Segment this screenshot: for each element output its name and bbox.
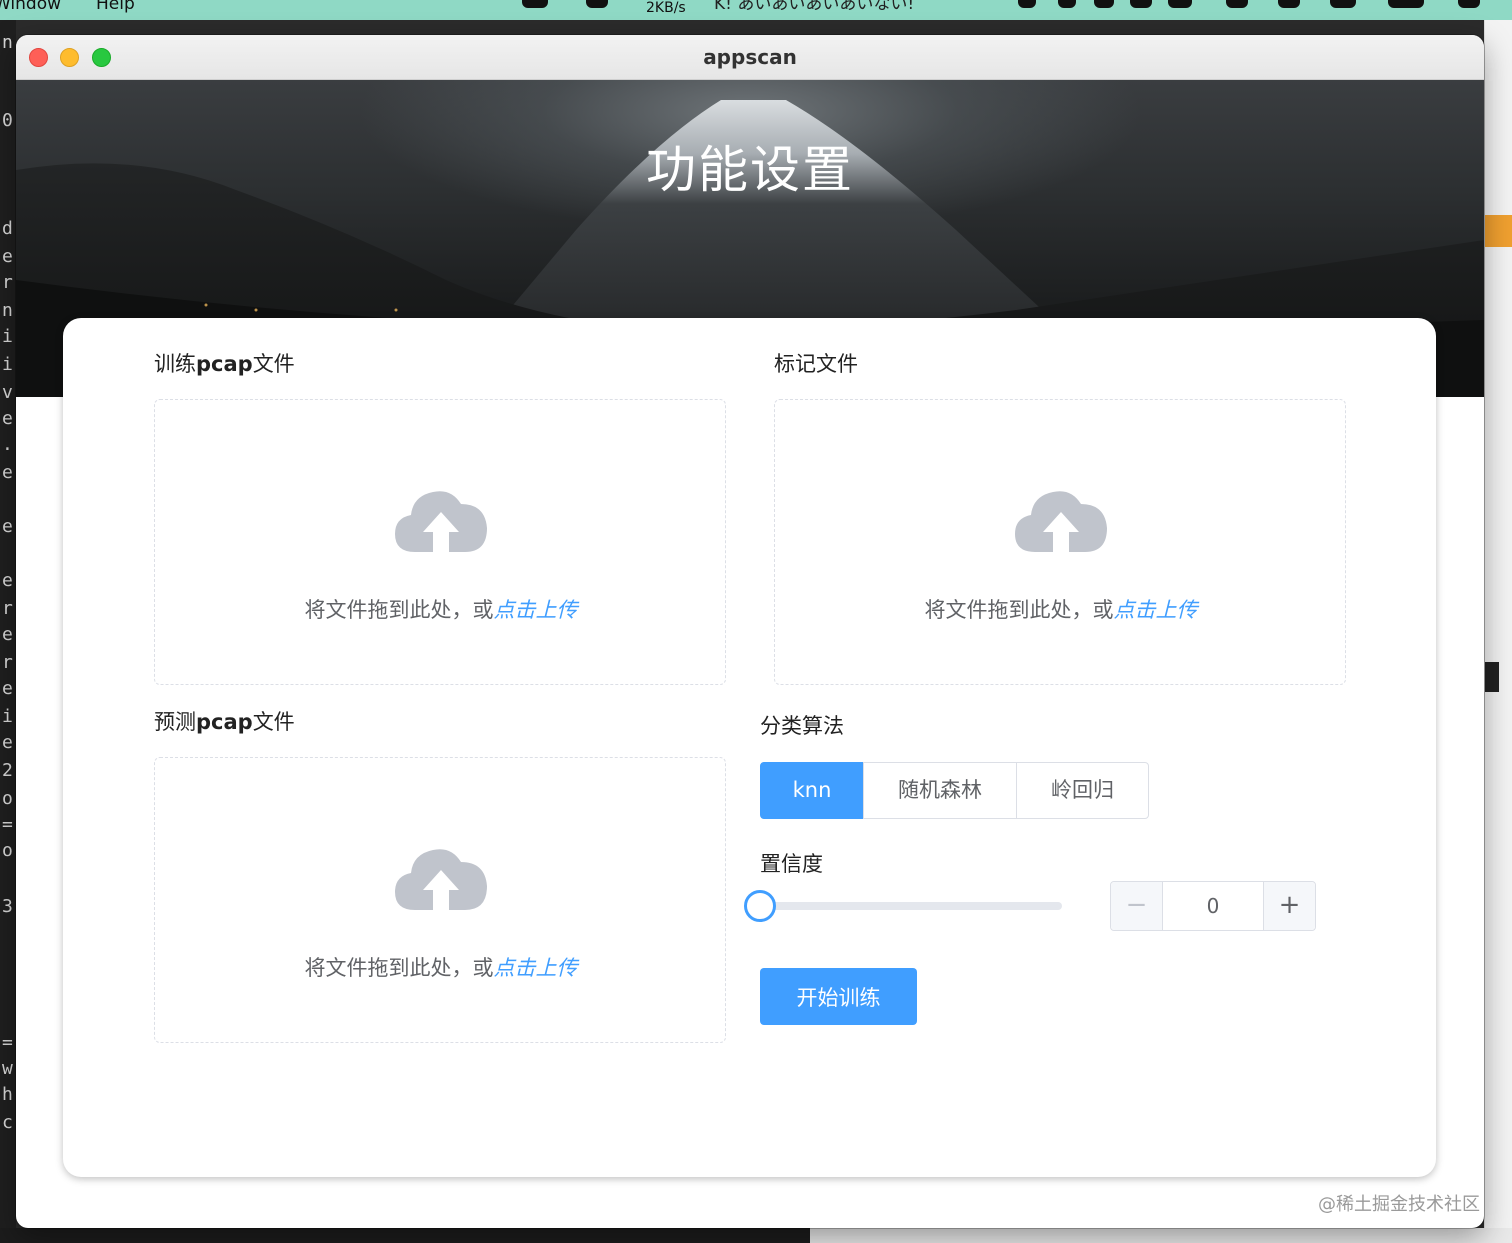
algorithm-option-random-forest[interactable]: 随机森林 <box>863 762 1017 819</box>
predict-pcap-upload-dropzone[interactable]: 将文件拖到此处，或点击上传 <box>154 757 726 1043</box>
click-upload-link[interactable]: 点击上传 <box>494 598 578 622</box>
target-icon[interactable] <box>1168 0 1192 8</box>
penguin-icon[interactable] <box>1226 0 1248 8</box>
train-pcap-upload-dropzone[interactable]: 将文件拖到此处，或点击上传 <box>154 399 726 685</box>
mark-file-label: 标记文件 <box>774 352 858 376</box>
menu-help[interactable]: Help <box>96 0 135 14</box>
page-title: 功能设置 <box>646 141 854 199</box>
menu-window[interactable]: Window <box>0 0 61 14</box>
shield-icon[interactable] <box>1130 0 1152 8</box>
predict-pcap-label: 预测pcap文件 <box>154 710 295 734</box>
watermark: @稀土掘金技术社区 <box>1318 1194 1480 1215</box>
confidence-label: 置信度 <box>760 852 823 876</box>
app-window: appscan 功能设置 训练pcap文件 将文件拖到此处，或点击上传 标记文件… <box>16 35 1484 1228</box>
net-speed: 2KB/s <box>646 0 686 16</box>
upload-hint: 将文件拖到此处，或点击上传 <box>924 598 1198 622</box>
background-editor: n0d ern iiv e.e eer ere ie2 o = o 3 = w hc <box>0 20 16 1243</box>
next-track-icon[interactable] <box>1094 0 1114 8</box>
settings-card: 训练pcap文件 将文件拖到此处，或点击上传 标记文件 将文件拖到此处，或点击上… <box>63 318 1436 1177</box>
upload-hint: 将文件拖到此处，或点击上传 <box>304 956 578 980</box>
confidence-value-field[interactable] <box>1163 882 1263 930</box>
app-status-icon[interactable] <box>586 0 608 8</box>
algorithm-option-knn[interactable]: knn <box>760 762 864 819</box>
slider-thumb[interactable] <box>744 890 776 922</box>
algorithm-radio-group: knn 随机森林 岭回归 <box>760 762 1149 819</box>
status-marquee: K! あいあいあいあいない! <box>714 0 915 14</box>
click-upload-link[interactable]: 点击上传 <box>1114 598 1198 622</box>
confidence-number-input: − + <box>1110 881 1316 931</box>
algorithm-option-ridge[interactable]: 岭回归 <box>1016 762 1149 819</box>
input-method-icon[interactable] <box>1330 0 1356 8</box>
decrement-button[interactable]: − <box>1111 882 1163 930</box>
mark-file-upload-dropzone[interactable]: 将文件拖到此处，或点击上传 <box>774 399 1346 685</box>
window-title: appscan <box>703 45 797 69</box>
start-training-button[interactable]: 开始训练 <box>760 968 917 1025</box>
wifi-icon[interactable] <box>1458 0 1480 8</box>
os-menubar: Window Help 2KB/s K! あいあいあいあいない! <box>0 0 1512 20</box>
cloud-upload-icon <box>1015 491 1107 554</box>
prev-track-icon[interactable] <box>1018 0 1036 8</box>
wechat-icon[interactable] <box>522 0 548 8</box>
confidence-slider[interactable] <box>744 890 1062 922</box>
play-icon[interactable] <box>1058 0 1076 8</box>
cloud-upload-icon <box>395 491 487 554</box>
background-side-window <box>1484 20 1512 1243</box>
click-upload-link[interactable]: 点击上传 <box>494 956 578 980</box>
battery-icon[interactable] <box>1388 0 1424 8</box>
clock-icon[interactable] <box>1278 0 1300 8</box>
increment-button[interactable]: + <box>1263 882 1315 930</box>
upload-hint: 将文件拖到此处，或点击上传 <box>304 598 578 622</box>
cloud-upload-icon <box>395 849 487 912</box>
title-bar[interactable]: appscan <box>16 35 1484 80</box>
train-pcap-label: 训练pcap文件 <box>154 352 295 376</box>
algorithm-label: 分类算法 <box>760 714 844 738</box>
background-bottom <box>0 1228 1512 1243</box>
